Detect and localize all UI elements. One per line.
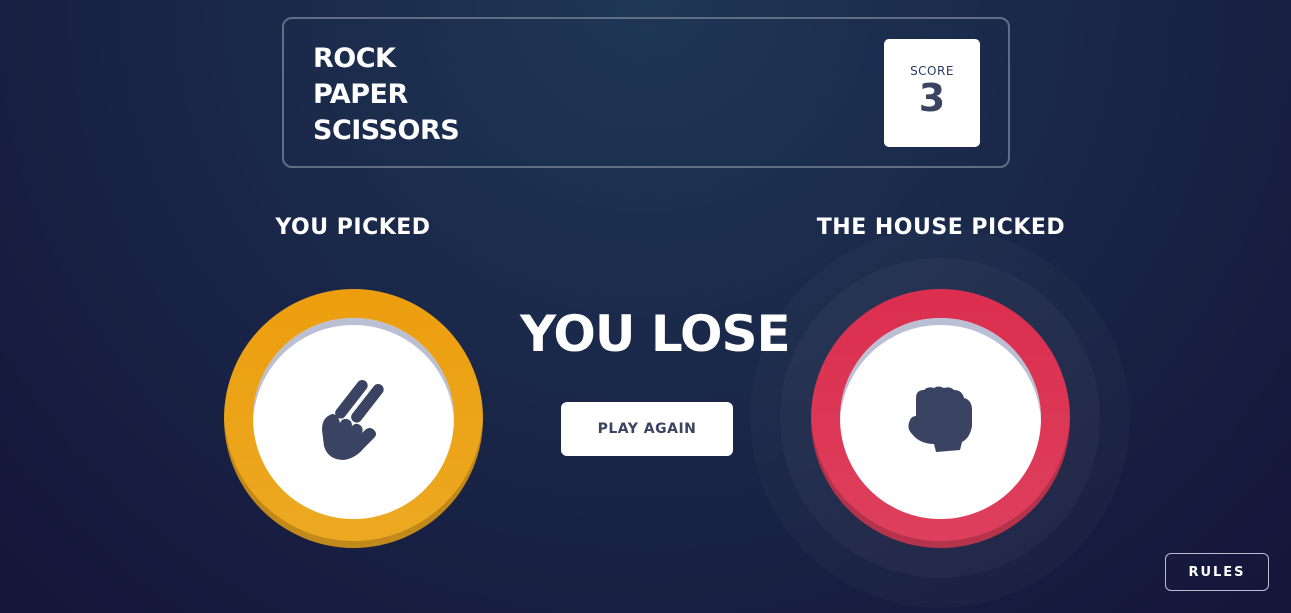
house-token-face (840, 318, 1041, 519)
score-box: SCORE 3 (884, 39, 980, 147)
play-again-button[interactable]: PLAY AGAIN (561, 402, 733, 456)
title-line-scissors: SCISSORS (313, 115, 460, 146)
score-value: 3 (918, 76, 946, 120)
game-header: ROCK PAPER SCISSORS SCORE 3 (282, 17, 1010, 168)
player-pick-label: YOU PICKED (275, 215, 431, 240)
rules-button[interactable]: RULES (1165, 553, 1269, 591)
title-line-rock: ROCK (313, 43, 396, 74)
house-rock-token (811, 289, 1070, 548)
player-scissors-token (224, 289, 483, 548)
title-line-paper: PAPER (313, 79, 408, 110)
scissors-hand-icon (321, 379, 384, 460)
result-text: YOU LOSE (520, 305, 791, 363)
player-token-face (253, 318, 454, 519)
game-title: ROCK PAPER SCISSORS (313, 41, 460, 149)
rock-fist-icon (907, 386, 972, 452)
